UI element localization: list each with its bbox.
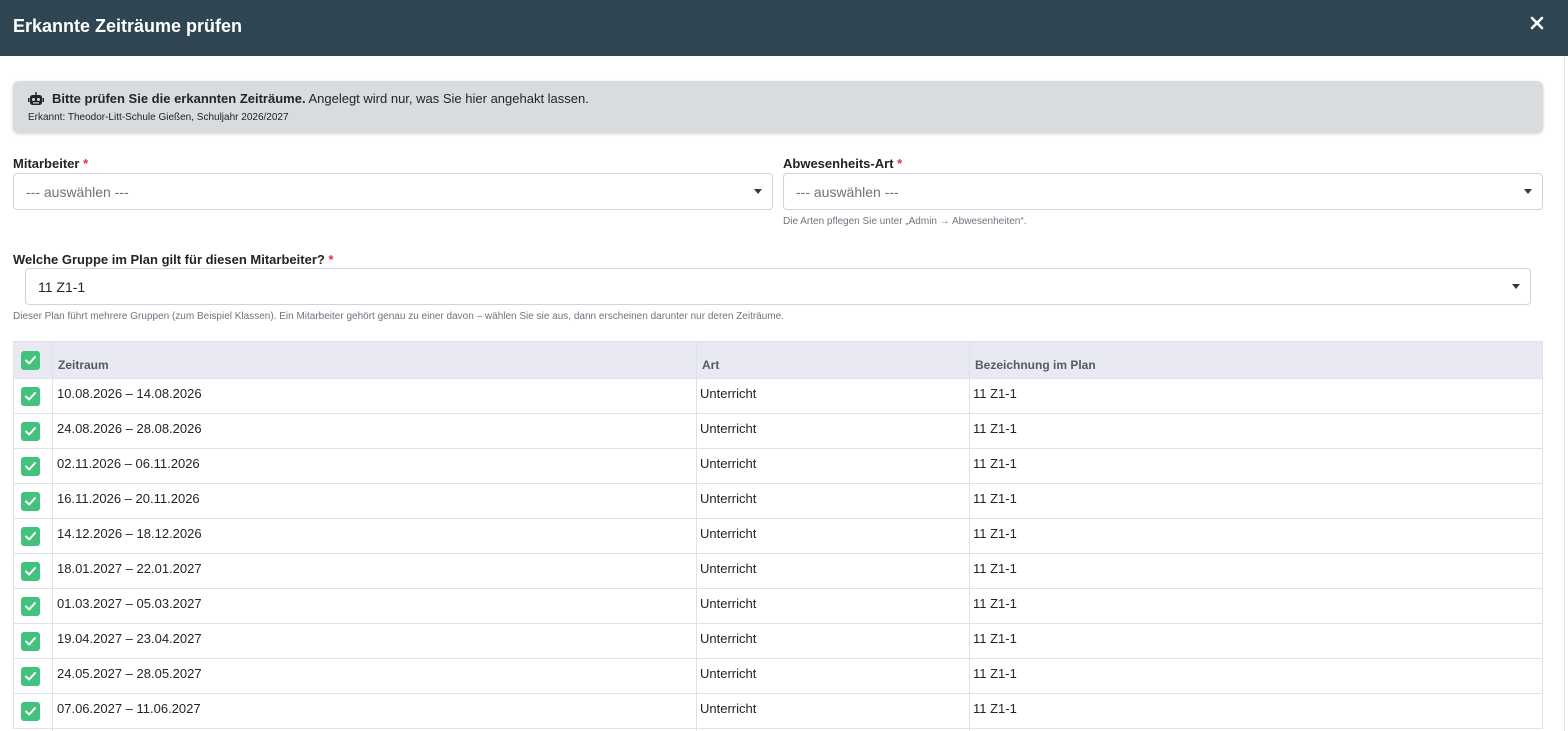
employee-select[interactable]: --- auswählen ---: [13, 173, 773, 210]
cell-type: Unterricht: [700, 701, 757, 716]
cell-plan-label: 11 Z1-1: [973, 386, 1017, 401]
absence-type-select[interactable]: --- auswählen ---: [783, 173, 1543, 210]
modal-edge: [1564, 56, 1565, 731]
table-row[interactable]: 24.08.2026 – 28.08.2026 Unterricht 11 Z1-1: [13, 414, 1543, 449]
table-row[interactable]: 16.11.2026 – 20.11.2026 Unterricht 11 Z1-1: [13, 484, 1543, 519]
cell-plan-label: 11 Z1-1: [973, 456, 1017, 471]
column-divider: [969, 341, 970, 731]
absence-type-label: Abwesenheits-Art *: [783, 156, 902, 171]
recognized-info: Erkannt: Theodor-Litt-Schule Gießen, Sch…: [28, 112, 289, 123]
row-checkbox[interactable]: [21, 422, 40, 441]
chevron-down-icon: [1524, 189, 1532, 194]
cell-period: 16.11.2026 – 20.11.2026: [57, 491, 200, 506]
cell-plan-label: 11 Z1-1: [973, 526, 1017, 541]
cell-plan-label: 11 Z1-1: [973, 631, 1017, 646]
group-select-value: 11 Z1-1: [38, 279, 86, 295]
column-divider: [52, 341, 53, 731]
cell-type: Unterricht: [700, 386, 757, 401]
cell-period: 24.08.2026 – 28.08.2026: [57, 421, 202, 436]
modal-header: Erkannte Zeiträume prüfen: [0, 0, 1568, 56]
employee-label-text: Mitarbeiter: [13, 156, 80, 171]
info-alert: Bitte prüfen Sie die erkannten Zeiträume…: [13, 81, 1543, 133]
cell-plan-label: 11 Z1-1: [973, 666, 1017, 681]
column-divider: [696, 341, 697, 731]
row-checkbox[interactable]: [21, 387, 40, 406]
table-row[interactable]: 07.06.2027 – 11.06.2027 Unterricht 11 Z1-1: [13, 694, 1543, 729]
absence-type-hint: Die Arten pflegen Sie unter „Admin → Abw…: [783, 216, 1027, 227]
column-header-period[interactable]: Zeitraum: [58, 358, 109, 372]
cell-period: 24.05.2027 – 28.05.2027: [57, 666, 202, 681]
cell-period: 02.11.2026 – 06.11.2026: [57, 456, 200, 471]
table-row[interactable]: 24.05.2027 – 28.05.2027 Unterricht 11 Z1-1: [13, 659, 1543, 694]
select-all-checkbox[interactable]: [21, 351, 40, 370]
employee-select-value: --- auswählen ---: [26, 184, 129, 200]
row-checkbox[interactable]: [21, 702, 40, 721]
cell-plan-label: 11 Z1-1: [973, 701, 1017, 716]
robot-icon: [28, 92, 44, 106]
employee-label: Mitarbeiter *: [13, 156, 88, 171]
cell-type: Unterricht: [700, 421, 757, 436]
cell-period: 07.06.2027 – 11.06.2027: [57, 701, 201, 716]
cell-type: Unterricht: [700, 596, 757, 611]
cell-type: Unterricht: [700, 666, 757, 681]
row-checkbox[interactable]: [21, 632, 40, 651]
row-checkbox[interactable]: [21, 597, 40, 616]
group-label: Welche Gruppe im Plan gilt für diesen Mi…: [13, 252, 334, 267]
row-checkbox[interactable]: [21, 527, 40, 546]
alert-text: Angelegt wird nur, was Sie hier angehakt…: [308, 91, 589, 106]
column-header-plan-label[interactable]: Bezeichnung im Plan: [975, 358, 1096, 372]
cell-type: Unterricht: [700, 456, 757, 471]
table-row[interactable]: 18.01.2027 – 22.01.2027 Unterricht 11 Z1-1: [13, 554, 1543, 589]
cell-period: 01.03.2027 – 05.03.2027: [57, 596, 202, 611]
group-hint: Dieser Plan führt mehrere Gruppen (zum B…: [13, 311, 784, 322]
alert-bold-text: Bitte prüfen Sie die erkannten Zeiträume…: [52, 91, 306, 106]
cell-type: Unterricht: [700, 561, 757, 576]
table-row[interactable]: 14.12.2026 – 18.12.2026 Unterricht 11 Z1-1: [13, 519, 1543, 554]
required-marker: *: [897, 156, 903, 171]
table-row[interactable]: 01.03.2027 – 05.03.2027 Unterricht 11 Z1-1: [13, 589, 1543, 624]
required-marker: *: [328, 252, 334, 267]
cell-plan-label: 11 Z1-1: [973, 561, 1017, 576]
table-header: Zeitraum Art Bezeichnung im Plan: [13, 341, 1543, 379]
absence-type-select-value: --- auswählen ---: [796, 184, 899, 200]
cell-plan-label: 11 Z1-1: [973, 491, 1017, 506]
row-checkbox[interactable]: [21, 492, 40, 511]
chevron-down-icon: [1512, 284, 1520, 289]
cell-period: 10.08.2026 – 14.08.2026: [57, 386, 202, 401]
modal-title: Erkannte Zeiträume prüfen: [13, 16, 243, 36]
cell-period: 18.01.2027 – 22.01.2027: [57, 561, 202, 576]
required-marker: *: [83, 156, 89, 171]
row-checkbox[interactable]: [21, 457, 40, 476]
row-checkbox[interactable]: [21, 562, 40, 581]
cell-type: Unterricht: [700, 491, 757, 506]
cell-type: Unterricht: [700, 526, 757, 541]
table-row[interactable]: 02.11.2026 – 06.11.2026 Unterricht 11 Z1-1: [13, 449, 1543, 484]
absence-type-label-text: Abwesenheits-Art: [783, 156, 894, 171]
group-select[interactable]: 11 Z1-1: [25, 268, 1531, 305]
row-checkbox[interactable]: [21, 667, 40, 686]
cell-period: 14.12.2026 – 18.12.2026: [57, 526, 202, 541]
group-label-text: Welche Gruppe im Plan gilt für diesen Mi…: [13, 252, 325, 267]
table-row[interactable]: 19.04.2027 – 23.04.2027 Unterricht 11 Z1-1: [13, 624, 1543, 659]
close-icon[interactable]: [1527, 13, 1547, 33]
cell-plan-label: 11 Z1-1: [973, 596, 1017, 611]
cell-type: Unterricht: [700, 631, 757, 646]
cell-plan-label: 11 Z1-1: [973, 421, 1017, 436]
cell-period: 19.04.2027 – 23.04.2027: [57, 631, 202, 646]
table-row[interactable]: 10.08.2026 – 14.08.2026 Unterricht 11 Z1-1: [13, 379, 1543, 414]
chevron-down-icon: [754, 189, 762, 194]
column-header-type[interactable]: Art: [702, 358, 719, 372]
alert-message: Bitte prüfen Sie die erkannten Zeiträume…: [52, 91, 589, 106]
